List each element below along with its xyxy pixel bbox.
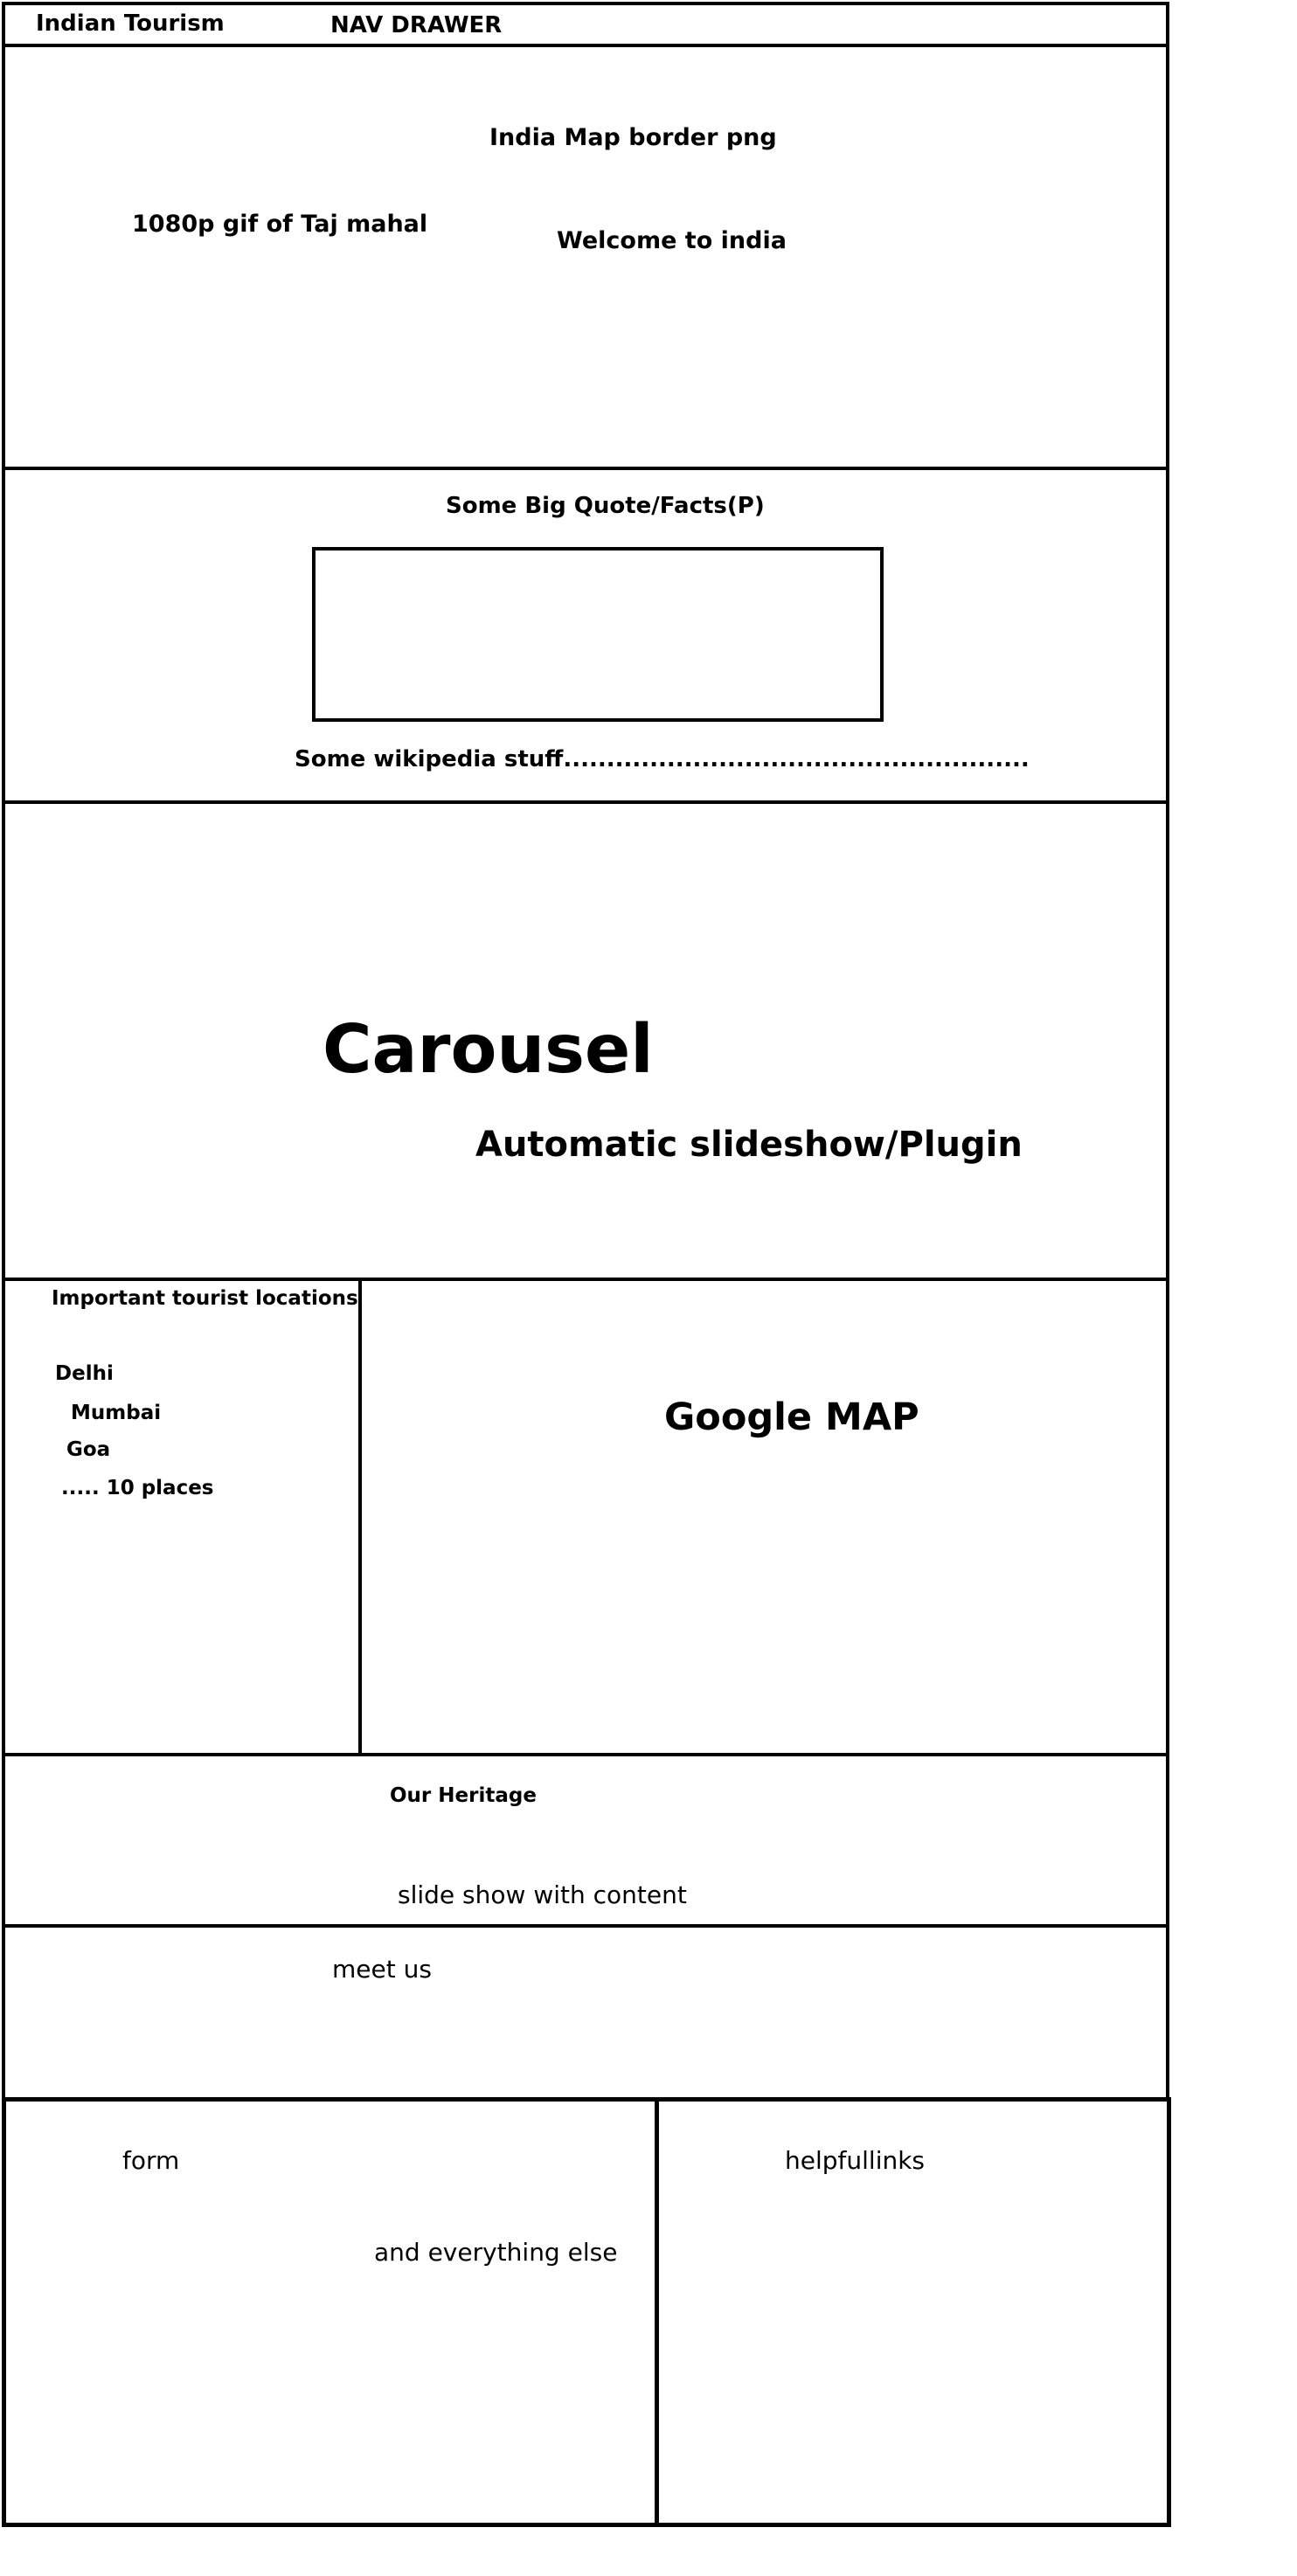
locations-heading: Important tourist locations [52, 1287, 358, 1310]
quote-image-box [312, 547, 884, 722]
location-item-goa[interactable]: Goa [66, 1440, 110, 1460]
welcome-heading: Welcome to india [557, 227, 787, 254]
helpful-links-label[interactable]: helpfullinks [785, 2149, 925, 2173]
footer-form-panel [2, 2097, 659, 2527]
heritage-title: Our Heritage [390, 1784, 537, 1807]
nav-drawer-button[interactable]: NAV DRAWER [330, 14, 502, 37]
location-item-more[interactable]: ..... 10 places [61, 1478, 214, 1499]
meet-us-label: meet us [332, 1955, 432, 1984]
location-item-mumbai[interactable]: Mumbai [71, 1403, 161, 1423]
location-item-delhi[interactable]: Delhi [55, 1364, 114, 1384]
everything-else-label: and everything else [374, 2238, 618, 2267]
india-map-image: India Map border png [489, 124, 777, 151]
carousel-subtitle: Automatic slideshow/Plugin [475, 1125, 1023, 1165]
brand-title[interactable]: Indian Tourism [36, 12, 225, 35]
wikipedia-text: Some wikipedia stuff....................… [295, 746, 1030, 772]
carousel-title: Carousel [323, 1011, 654, 1089]
heritage-slideshow[interactable]: slide show with content [398, 1883, 687, 1908]
hero-section [2, 44, 1169, 470]
quote-title: Some Big Quote/Facts(P) [446, 493, 765, 519]
locations-panel [2, 1278, 362, 1756]
taj-mahal-gif: 1080p gif of Taj mahal [132, 211, 428, 238]
google-map-label: Google MAP [664, 1395, 919, 1439]
google-map-panel[interactable] [358, 1278, 1169, 1756]
form-label[interactable]: form [122, 2149, 179, 2173]
meet-us-section [2, 1924, 1169, 2101]
